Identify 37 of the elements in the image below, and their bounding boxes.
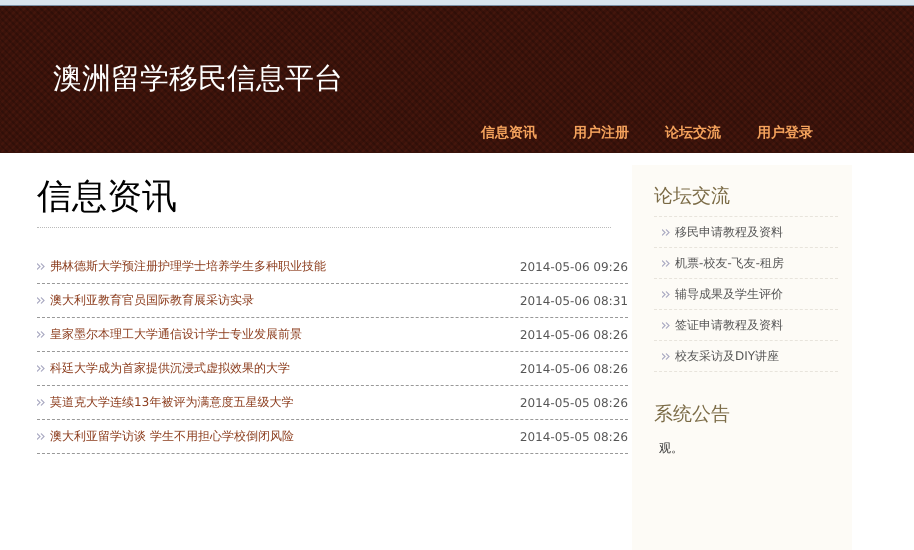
news-link[interactable]: 澳大利亚留学访谈 学生不用担心学校倒闭风险 [50, 428, 520, 445]
news-date: 2014-05-05 08:26 [520, 430, 628, 444]
double-chevron-icon [37, 263, 45, 270]
double-chevron-icon [37, 399, 45, 406]
double-chevron-icon [662, 352, 670, 360]
sidebar-heading: 系统公告 [654, 402, 731, 427]
forum-link[interactable]: 移民申请教程及资料 [675, 224, 783, 240]
double-chevron-icon [662, 290, 670, 298]
notice-text: 观。 [659, 440, 684, 457]
news-link[interactable]: 弗林德斯大学预注册护理学士培养学生多种职业技能 [50, 258, 520, 275]
double-chevron-icon [37, 331, 45, 338]
double-chevron-icon [37, 365, 45, 372]
nav-link[interactable]: 用户注册 [573, 124, 629, 142]
nav-link[interactable]: 论坛交流 [665, 124, 721, 142]
news-date: 2014-05-06 08:31 [520, 294, 628, 308]
news-date: 2014-05-06 08:26 [520, 362, 628, 376]
news-link[interactable]: 皇家墨尔本理工大学通信设计学士专业发展前景 [50, 326, 520, 343]
double-chevron-icon [662, 322, 670, 328]
double-chevron-icon [37, 297, 45, 304]
double-chevron-icon [37, 433, 45, 440]
news-date: 2014-05-06 08:26 [520, 328, 628, 342]
news-date: 2014-05-05 08:26 [520, 396, 628, 410]
forum-link[interactable]: 机票-校友-飞友-租房 [675, 254, 784, 272]
news-link[interactable]: 科廷大学成为首家提供沉浸式虚拟效果的大学 [50, 360, 520, 377]
sidebar-heading: 论坛交流 [654, 182, 838, 217]
forum-link[interactable]: 校友采访及DIY讲座 [675, 348, 780, 364]
forum-link[interactable]: 签证申请教程及资料 [675, 316, 783, 334]
news-date: 2014-05-06 09:26 [520, 260, 628, 274]
nav-link[interactable]: 用户登录 [757, 124, 813, 142]
double-chevron-icon [662, 260, 670, 266]
site-title: 澳洲留学移民信息平台 [53, 60, 343, 96]
nav-link[interactable]: 信息资讯 [481, 124, 537, 142]
double-chevron-icon [662, 228, 670, 236]
news-link[interactable]: 澳大利亚教育官员国际教育展采访实录 [50, 292, 520, 309]
section-heading: 信息资讯 [37, 165, 611, 228]
forum-link[interactable]: 辅导成果及学生评价 [675, 286, 783, 302]
news-link[interactable]: 莫道克大学连续13年被评为满意度五星级大学 [50, 394, 520, 411]
